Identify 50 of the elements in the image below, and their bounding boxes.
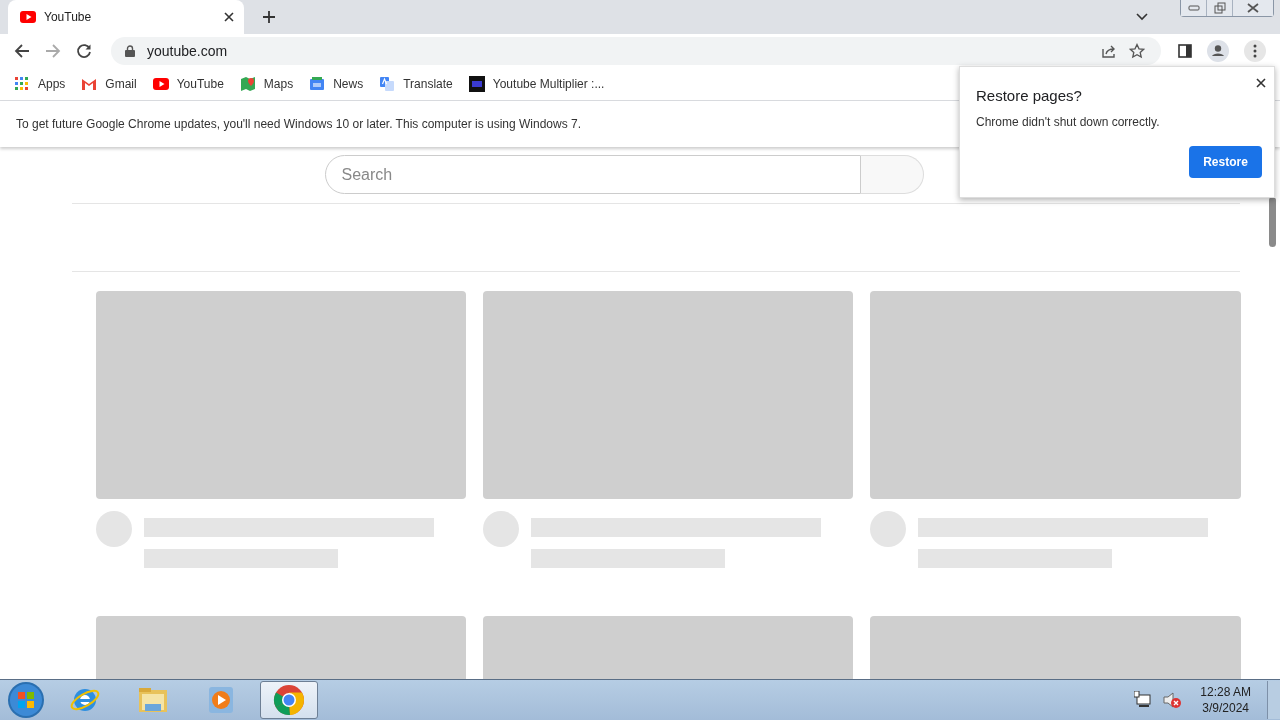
close-icon xyxy=(1247,3,1259,13)
speaker-muted-icon[interactable] xyxy=(1162,691,1183,709)
bookmark[interactable]: Gmail xyxy=(81,76,137,92)
map-pin-icon xyxy=(239,76,256,92)
close-window-button[interactable] xyxy=(1233,0,1273,16)
news-icon xyxy=(309,76,326,92)
start-button-icon[interactable] xyxy=(6,680,46,720)
translate-icon xyxy=(379,76,396,92)
share-icon[interactable] xyxy=(1101,43,1117,59)
avatar-placeholder xyxy=(96,511,132,547)
new-tab-icon[interactable] xyxy=(262,10,276,24)
browser-tab[interactable]: YouTube xyxy=(8,0,244,34)
bookmark[interactable]: News xyxy=(309,76,364,92)
reload-icon[interactable] xyxy=(76,43,92,59)
dialog-message: Chrome didn't shut down correctly. xyxy=(976,115,1161,129)
restore-icon xyxy=(1213,2,1226,14)
bookmark[interactable]: YouTube xyxy=(152,76,224,92)
taskbar-app[interactable] xyxy=(260,681,318,719)
back-icon[interactable] xyxy=(14,43,30,59)
chrome-icon xyxy=(273,684,305,716)
search-field[interactable]: Search xyxy=(324,155,861,194)
bookmark[interactable]: Apps xyxy=(14,76,66,92)
info-message: To get future Google Chrome updates, you'll need Windows 10 or later. This computer is using Windows 7. xyxy=(16,117,582,131)
close-icon[interactable] xyxy=(1256,78,1266,88)
dialog-title: Restore pages? xyxy=(976,87,1083,104)
clock[interactable]: 12:28 AM 3/9/2024 xyxy=(1200,685,1251,715)
minimize-icon xyxy=(1187,5,1200,11)
apps-grid-icon xyxy=(14,76,30,92)
youtube-icon xyxy=(152,76,169,92)
lock-icon xyxy=(125,45,135,57)
avatar-placeholder xyxy=(483,511,519,547)
network-icon[interactable] xyxy=(1134,691,1153,709)
bookmark[interactable]: Translate xyxy=(379,76,453,92)
address-bar[interactable]: youtube.com xyxy=(111,37,1161,65)
close-icon[interactable] xyxy=(224,12,234,22)
youtube-icon xyxy=(20,9,36,25)
bookmark[interactable]: Maps xyxy=(239,76,294,92)
ytm-logo-icon xyxy=(468,76,485,92)
profile-icon[interactable] xyxy=(1207,40,1229,62)
side-panel-icon[interactable] xyxy=(1178,44,1192,58)
scrollbar-thumb[interactable] xyxy=(1269,197,1276,247)
chevron-down-icon[interactable] xyxy=(1136,13,1148,21)
avatar-placeholder xyxy=(870,511,906,547)
tab-title: YouTube xyxy=(44,10,93,24)
restore-button[interactable]: Restore xyxy=(1189,146,1262,178)
mail-icon xyxy=(81,76,98,92)
menu-icon[interactable] xyxy=(1244,40,1266,62)
restore-button[interactable] xyxy=(1207,0,1233,16)
bookmark[interactable]: Youtube Multiplier :... xyxy=(468,76,605,92)
star-icon[interactable] xyxy=(1129,43,1145,59)
